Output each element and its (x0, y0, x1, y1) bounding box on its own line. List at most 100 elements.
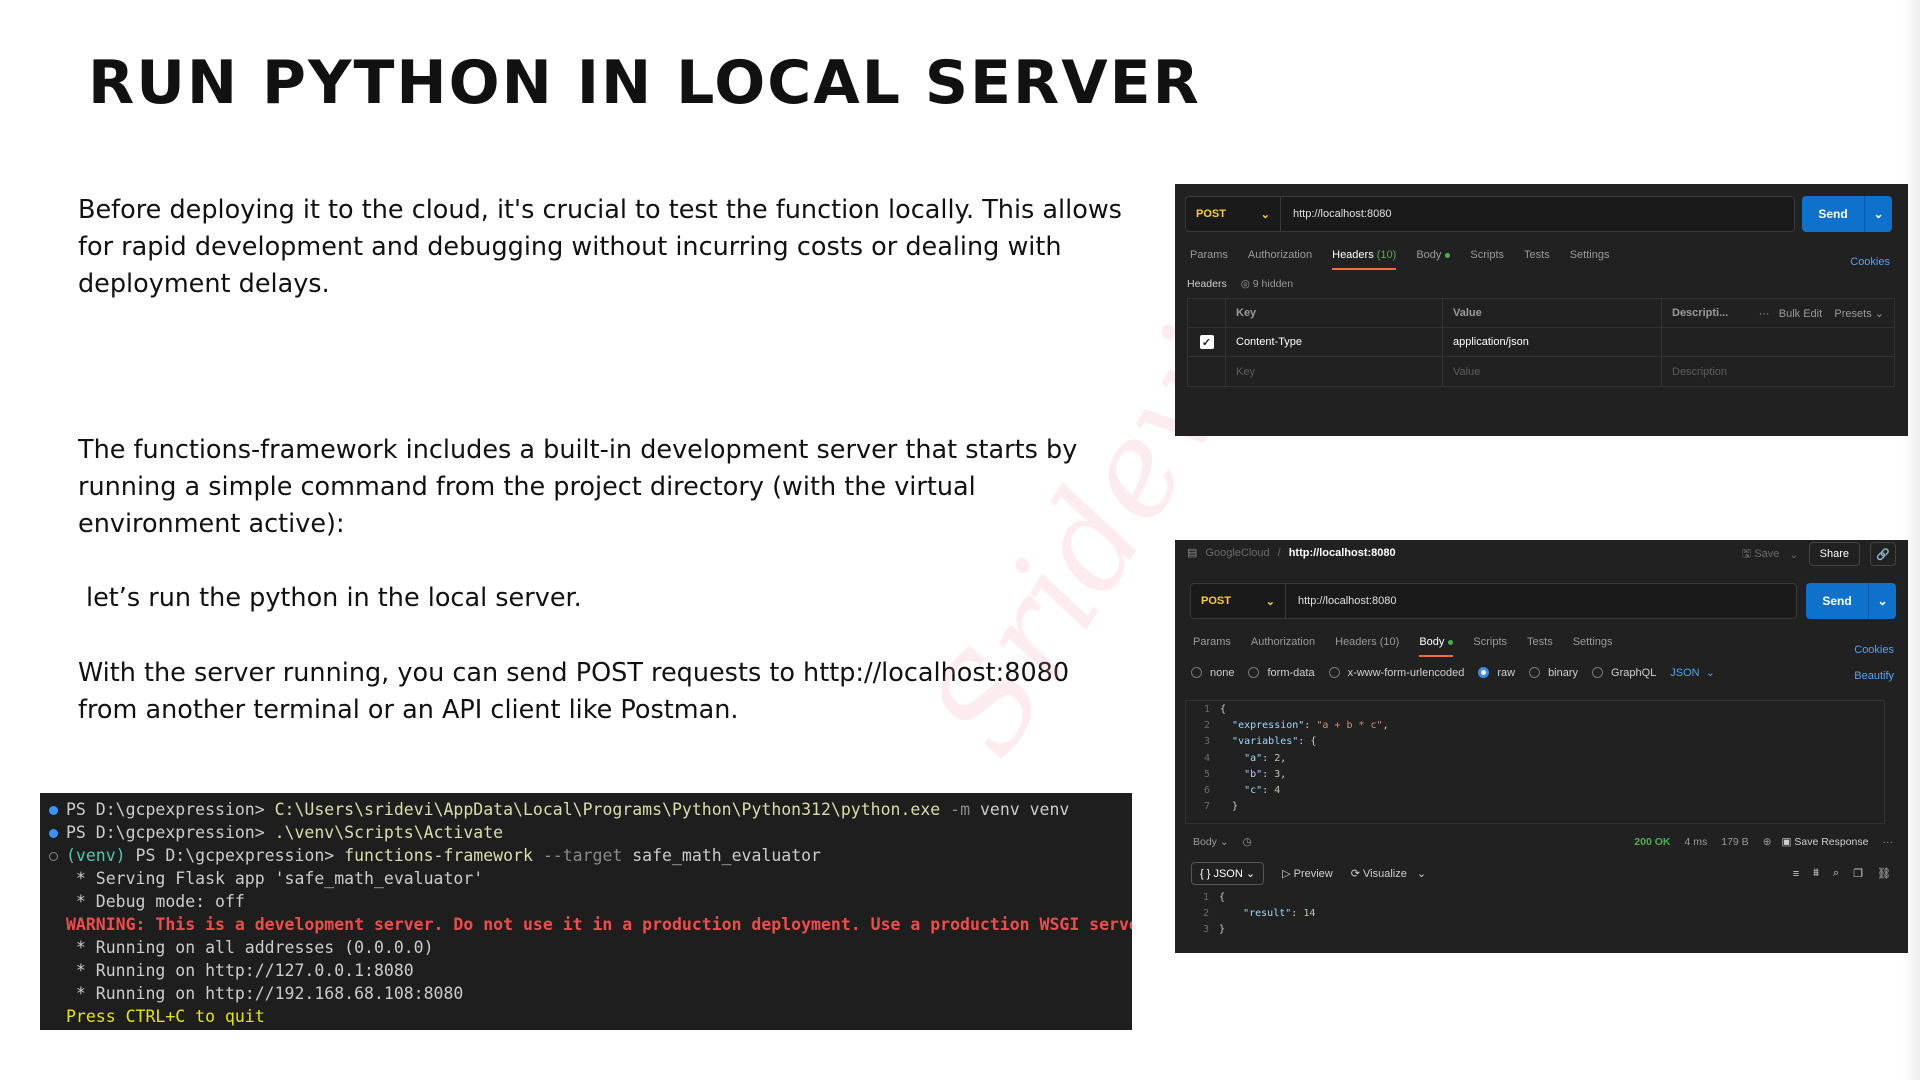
terminal-warning: WARNING: This is a development server. D… (66, 915, 1132, 934)
request-body-editor[interactable]: 1{ 2 "expression": "a + b * c", 3 "varia… (1185, 700, 1885, 824)
globe-icon[interactable]: ⊕ (1763, 836, 1772, 848)
chevron-down-icon[interactable]: ⌄ (1417, 867, 1426, 880)
method-label: POST (1196, 208, 1226, 220)
share-button[interactable]: Share (1808, 542, 1860, 566)
radio-icon (1529, 667, 1541, 678)
beautify-link[interactable]: Beautify (1854, 670, 1894, 682)
method-select[interactable]: POST ⌄ (1191, 584, 1286, 618)
response-body-label: Body (1193, 836, 1217, 848)
radio-form-data[interactable]: form-data (1248, 667, 1315, 679)
radio-none[interactable]: none (1191, 667, 1234, 679)
url-input[interactable]: http://localhost:8080 (1286, 595, 1396, 607)
cookies-link[interactable]: Cookies (1850, 256, 1890, 268)
tab-headers[interactable]: Headers (10) (1335, 636, 1399, 648)
save-icon: 🖫 (1741, 547, 1752, 560)
history-icon[interactable]: ◷ (1243, 836, 1252, 848)
send-button[interactable]: Send ⌄ (1806, 583, 1896, 619)
tab-headers[interactable]: Headers (10) (1332, 249, 1397, 270)
save-response-button[interactable]: ▣ Save Response (1782, 836, 1869, 848)
header-value-cell[interactable]: application/json (1443, 328, 1662, 356)
method-label: POST (1201, 595, 1231, 607)
terminal-line: * Running on http://127.0.0.1:8080 (66, 961, 414, 980)
radio-binary[interactable]: binary (1529, 667, 1578, 679)
response-body-viewer[interactable]: 1{ 2 "result": 14 3} (1185, 890, 1885, 938)
tab-scripts[interactable]: Scripts (1470, 249, 1504, 261)
terminal-line: PS D:\gcpexpression> .\venv\Scripts\Acti… (40, 821, 1132, 844)
tab-authorization[interactable]: Authorization (1248, 249, 1312, 261)
new-value-input[interactable]: Value (1443, 357, 1662, 386)
json-key: "b" (1244, 768, 1263, 780)
send-button[interactable]: Send ⌄ (1802, 196, 1892, 232)
save-button[interactable]: 🖫 Save (1742, 545, 1780, 564)
chevron-down-icon[interactable]: ⌄ (1864, 196, 1892, 232)
column-actions: ··· Bulk Edit Presets ⌄ (1759, 307, 1884, 320)
search-icon[interactable]: ⌕ (1833, 867, 1839, 880)
code-text: } (1219, 924, 1226, 935)
raw-format-select[interactable]: JSON ⌄ (1670, 666, 1715, 679)
save-response-label: Save Response (1794, 836, 1869, 848)
more-icon[interactable]: ··· (1759, 308, 1770, 320)
link-icon[interactable]: 🔗 (1870, 542, 1896, 566)
play-icon: ▷ (1282, 868, 1291, 880)
tab-scripts[interactable]: Scripts (1473, 636, 1507, 648)
tab-body[interactable]: Body (1416, 249, 1451, 261)
radio-raw[interactable]: raw (1478, 667, 1515, 679)
header-description-cell[interactable] (1662, 328, 1894, 356)
tab-authorization[interactable]: Authorization (1251, 636, 1315, 648)
wrap-icon[interactable]: ≡ (1793, 868, 1799, 880)
new-key-input[interactable]: Key (1226, 357, 1443, 386)
link-icon[interactable]: ⛓ (1877, 867, 1891, 880)
more-icon[interactable]: ··· (1883, 836, 1894, 848)
preview-button[interactable]: ▷ Preview (1282, 867, 1333, 880)
new-description-input[interactable]: Description (1662, 357, 1894, 386)
cookies-link[interactable]: Cookies (1854, 644, 1894, 656)
breadcrumb-collection[interactable]: GoogleCloud (1205, 547, 1269, 559)
radio-urlencoded[interactable]: x-www-form-urlencoded (1328, 667, 1464, 679)
send-label: Send (1822, 594, 1852, 608)
hidden-headers-toggle[interactable]: ◎ 9 hidden (1241, 278, 1293, 290)
response-format-label: { } JSON (1200, 868, 1243, 880)
url-input[interactable]: http://localhost:8080 (1281, 208, 1391, 220)
response-format-select[interactable]: { } JSON ⌄ (1191, 862, 1265, 885)
tab-settings[interactable]: Settings (1573, 636, 1613, 648)
column-description-label: Descripti... (1672, 307, 1729, 319)
chevron-down-icon[interactable]: ⌄ (1789, 548, 1798, 561)
radio-graphql[interactable]: GraphQL (1592, 667, 1656, 679)
request-url-bar[interactable]: POST ⌄ http://localhost:8080 (1185, 196, 1795, 232)
header-key-cell[interactable]: Content-Type (1226, 328, 1443, 356)
chevron-down-icon[interactable]: ⌄ (1868, 583, 1896, 619)
line-number: 1 (1203, 704, 1210, 715)
intro-paragraph: Before deploying it to the cloud, it's c… (78, 195, 1122, 299)
framework-paragraph: The functions-framework includes a built… (78, 435, 1078, 539)
terminal-line: (venv) PS D:\gcpexpression> functions-fr… (40, 844, 1132, 867)
json-punct: , (1382, 720, 1389, 732)
request-url-bar[interactable]: POST ⌄ http://localhost:8080 (1190, 583, 1797, 619)
success-dot-icon (49, 829, 58, 838)
table-header-row: Key Value Descripti... ··· Bulk Edit Pre… (1188, 299, 1894, 328)
line-number: 5 (1203, 768, 1210, 780)
filter-icon[interactable]: ⩩ (1813, 867, 1819, 880)
tab-tests[interactable]: Tests (1527, 636, 1553, 648)
method-select[interactable]: POST ⌄ (1186, 197, 1281, 231)
terminal-flag: -m (940, 800, 971, 819)
response-body-select[interactable]: Body ⌄ (1193, 836, 1229, 848)
radio-icon (1328, 667, 1340, 678)
tab-body-label: Body (1416, 249, 1442, 261)
row-select-cell: ✓ (1188, 328, 1226, 356)
visualize-button[interactable]: ⟳ Visualize (1351, 867, 1407, 880)
presets-button[interactable]: Presets (1834, 308, 1871, 320)
checkbox-checked-icon[interactable]: ✓ (1199, 335, 1214, 349)
line-number: 7 (1203, 801, 1210, 813)
chevron-down-icon: ⌄ (1705, 667, 1715, 679)
visualize-icon: ⟳ (1350, 868, 1360, 880)
bulk-edit-button[interactable]: Bulk Edit (1779, 308, 1822, 320)
tab-params[interactable]: Params (1190, 249, 1228, 261)
tab-params[interactable]: Params (1193, 636, 1231, 648)
terminal-prompt: PS D:\gcpexpression> (125, 846, 345, 865)
copy-icon[interactable]: ❐ (1853, 867, 1863, 880)
tab-tests[interactable]: Tests (1524, 249, 1550, 261)
json-key: "variables" (1232, 736, 1299, 748)
tab-settings[interactable]: Settings (1570, 249, 1610, 261)
tab-body[interactable]: Body (1419, 636, 1454, 657)
line-number: 2 (1202, 908, 1209, 919)
